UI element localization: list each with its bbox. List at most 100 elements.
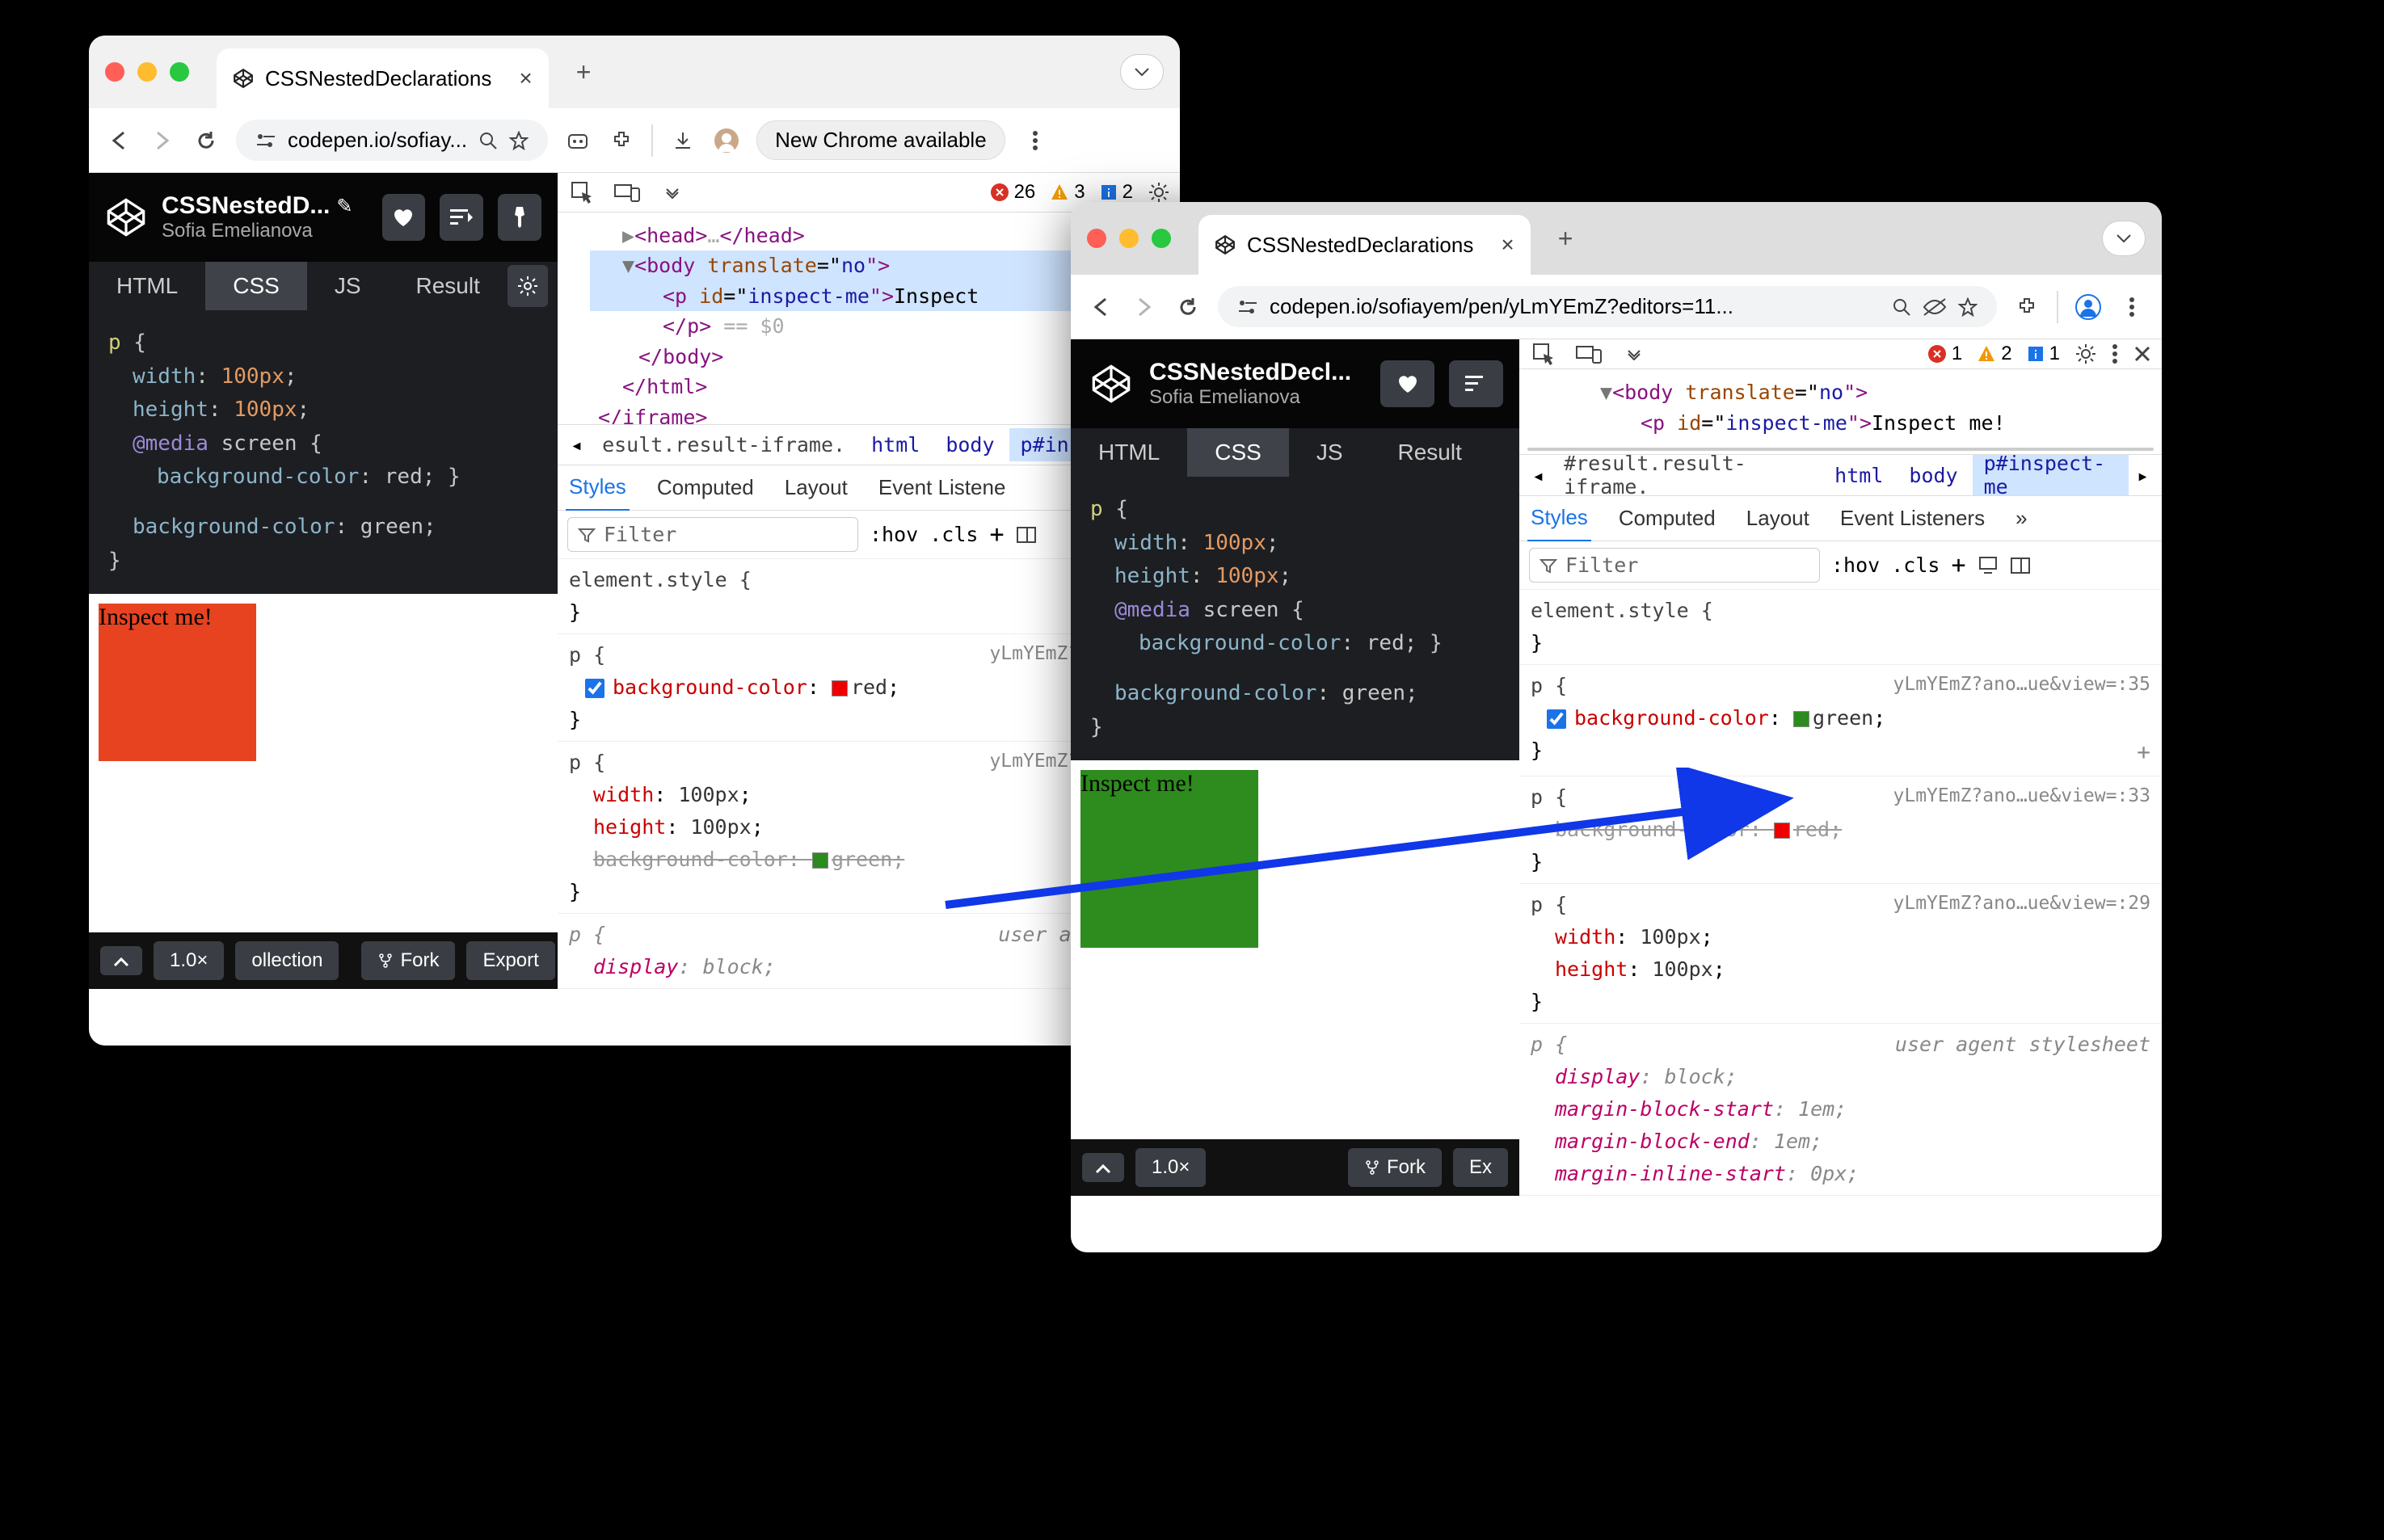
- prop-checkbox[interactable]: [1547, 709, 1566, 729]
- fork-button[interactable]: Fork: [361, 941, 455, 980]
- tab-overflow-icon[interactable]: [2102, 221, 2146, 256]
- browser-menu-icon[interactable]: [2118, 293, 2146, 321]
- subtab-layout[interactable]: Layout: [1743, 496, 1813, 541]
- rule-p-green[interactable]: yLmYEmZ?ano…ue&view=:35 p { background-c…: [1519, 665, 2162, 776]
- fork-button[interactable]: Fork: [1348, 1148, 1442, 1187]
- subtab-events[interactable]: Event Listene: [875, 465, 1009, 510]
- error-badge[interactable]: 26: [990, 181, 1036, 204]
- subtab-computed[interactable]: Computed: [1615, 496, 1719, 541]
- minimize-window-icon[interactable]: [137, 62, 157, 82]
- layout-sidebar-icon[interactable]: [1016, 526, 1037, 544]
- color-swatch-green-icon[interactable]: [812, 852, 828, 869]
- breadcrumb-iframe[interactable]: esult.result-iframe.: [591, 428, 857, 461]
- filter-input[interactable]: Filter: [1529, 548, 1820, 583]
- extensions-icon[interactable]: [608, 127, 635, 154]
- subtab-more-icon[interactable]: »: [2012, 496, 2030, 541]
- zoom-button[interactable]: 1.0×: [1135, 1148, 1206, 1187]
- color-swatch-red-icon[interactable]: [1774, 823, 1790, 839]
- site-controls-icon[interactable]: [255, 132, 276, 149]
- incognito-eye-icon[interactable]: [1923, 297, 1947, 317]
- breadcrumb-html[interactable]: html: [860, 428, 931, 461]
- hov-toggle[interactable]: :hov: [870, 523, 918, 546]
- export-button[interactable]: Export: [466, 941, 554, 980]
- warning-badge[interactable]: 3: [1050, 181, 1085, 204]
- tab-result[interactable]: Result: [389, 262, 508, 310]
- maximize-window-icon[interactable]: [170, 62, 189, 82]
- reload-icon[interactable]: [1174, 293, 1202, 321]
- dom-tree[interactable]: ▼<body translate="no"> <p id="inspect-me…: [1519, 369, 2162, 444]
- breadcrumb-body[interactable]: body: [1898, 459, 1969, 492]
- pin-button[interactable]: [498, 194, 541, 241]
- minimize-window-icon[interactable]: [1119, 229, 1139, 248]
- profile-icon[interactable]: [2074, 293, 2102, 321]
- breadcrumb-body[interactable]: body: [934, 428, 1005, 461]
- url-input[interactable]: codepen.io/sofiayem/pen/yLmYEmZ?editors=…: [1218, 286, 1997, 327]
- back-icon[interactable]: [105, 127, 133, 154]
- collection-button[interactable]: ollection: [235, 941, 339, 980]
- breadcrumb-iframe[interactable]: #result.result-iframe.: [1552, 454, 1820, 496]
- extensions-icon[interactable]: [2013, 293, 2041, 321]
- zoom-icon[interactable]: [478, 131, 498, 150]
- cls-toggle[interactable]: .cls: [1891, 553, 1940, 577]
- rule-element-style[interactable]: element.style { }: [1519, 590, 2162, 665]
- device-mode-icon[interactable]: [1574, 339, 1603, 368]
- heart-button[interactable]: [382, 194, 426, 241]
- filter-input[interactable]: Filter: [567, 517, 858, 552]
- ai-icon[interactable]: [564, 127, 592, 154]
- warning-badge[interactable]: 2: [1977, 343, 2011, 365]
- inspect-element-icon[interactable]: [1529, 339, 1558, 368]
- layout-sidebar-icon[interactable]: [2010, 557, 2031, 574]
- add-rule-icon[interactable]: +: [989, 520, 1004, 549]
- close-window-icon[interactable]: [105, 62, 124, 82]
- tab-result[interactable]: Result: [1371, 428, 1489, 477]
- edit-icon[interactable]: ✎: [336, 195, 352, 218]
- console-toggle-icon[interactable]: [1082, 1153, 1124, 1182]
- maximize-window-icon[interactable]: [1152, 229, 1171, 248]
- add-rule-icon[interactable]: +: [1951, 551, 1965, 579]
- more-tabs-icon[interactable]: [1620, 339, 1649, 368]
- browser-tab[interactable]: CSSNestedDeclarations ×: [1198, 215, 1531, 275]
- new-tab-icon[interactable]: +: [1558, 224, 1573, 254]
- breadcrumb-html[interactable]: html: [1823, 459, 1894, 492]
- subtab-styles[interactable]: Styles: [566, 465, 630, 511]
- settings-list-button[interactable]: [440, 194, 483, 241]
- rule-p-red-strk[interactable]: yLmYEmZ?ano…ue&view=:33 p { background-c…: [1519, 776, 2162, 884]
- zoom-icon[interactable]: [1892, 297, 1911, 317]
- subtab-events[interactable]: Event Listeners: [1837, 496, 1988, 541]
- inspect-element-icon[interactable]: [567, 178, 596, 207]
- gear-icon[interactable]: [508, 265, 548, 307]
- browser-tab[interactable]: CSSNestedDeclarations ×: [217, 48, 549, 108]
- device-mode-icon[interactable]: [613, 178, 642, 207]
- reload-icon[interactable]: [192, 127, 220, 154]
- profile-avatar-icon[interactable]: [713, 127, 740, 154]
- close-devtools-icon[interactable]: [2133, 344, 2152, 364]
- close-tab-icon[interactable]: ×: [519, 65, 532, 91]
- browser-menu-icon[interactable]: [1021, 127, 1049, 154]
- export-button[interactable]: Ex: [1453, 1148, 1508, 1187]
- zoom-button[interactable]: 1.0×: [154, 941, 224, 980]
- tab-html[interactable]: HTML: [1071, 428, 1187, 477]
- tab-css[interactable]: CSS: [205, 262, 307, 310]
- tab-overflow-icon[interactable]: [1120, 54, 1164, 90]
- more-tabs-icon[interactable]: [658, 178, 687, 207]
- rule-p-dims[interactable]: yLmYEmZ?ano…ue&view=:29 p { width: 100px…: [1519, 884, 2162, 1024]
- tab-js[interactable]: JS: [1289, 428, 1371, 477]
- url-input[interactable]: codepen.io/sofiay...: [236, 120, 548, 161]
- site-controls-icon[interactable]: [1237, 298, 1258, 316]
- bookmark-icon[interactable]: [509, 131, 529, 150]
- info-badge[interactable]: 1: [2027, 343, 2060, 365]
- color-swatch-green-icon[interactable]: [1793, 711, 1809, 727]
- error-badge[interactable]: 1: [1927, 343, 1962, 365]
- add-prop-icon[interactable]: +: [2137, 734, 2150, 771]
- prop-checkbox[interactable]: [585, 679, 604, 698]
- subtab-styles[interactable]: Styles: [1527, 495, 1591, 542]
- back-icon[interactable]: [1087, 293, 1114, 321]
- cls-toggle[interactable]: .cls: [929, 523, 978, 546]
- new-tab-icon[interactable]: +: [576, 57, 592, 87]
- settings-list-button[interactable]: [1449, 360, 1503, 407]
- close-tab-icon[interactable]: ×: [1501, 232, 1514, 258]
- breadcrumb[interactable]: ◂ #result.result-iframe. html body p#ins…: [1519, 454, 2162, 496]
- emulate-icon[interactable]: [1978, 555, 1999, 576]
- tab-css[interactable]: CSS: [1187, 428, 1289, 477]
- bookmark-icon[interactable]: [1958, 297, 1978, 317]
